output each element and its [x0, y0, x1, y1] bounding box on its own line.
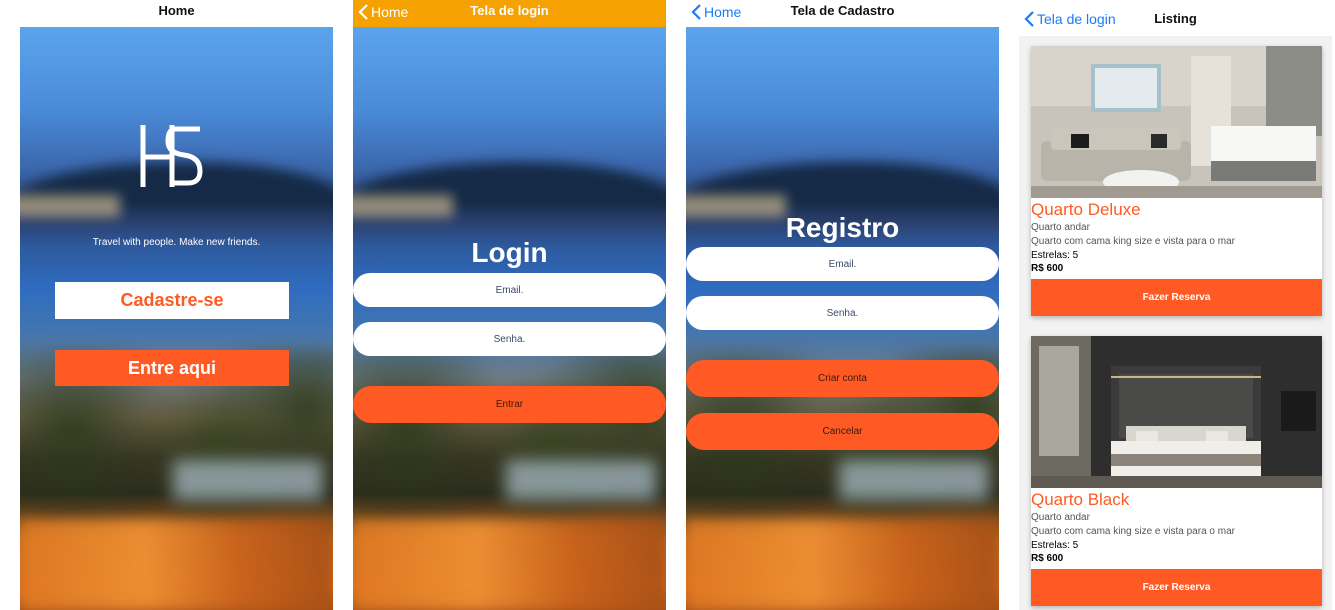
room-description: Quarto com cama king size e vista para o…: [1031, 236, 1235, 247]
login-screen: Home Tela de login Login Email. Senha. E…: [353, 0, 666, 610]
home-nav-title: Home: [158, 3, 195, 18]
register-screen: Home Tela de Cadastro Registro Email. Se…: [686, 0, 999, 610]
register-navbar: Home Tela de Cadastro: [686, 0, 999, 27]
register-email-field[interactable]: Email.: [686, 247, 999, 281]
register-background-image: Registro Email. Senha. Criar conta Cance…: [686, 27, 999, 610]
register-title: Registro: [785, 212, 900, 243]
login-submit-button[interactable]: Entrar: [353, 386, 666, 423]
room-title: Quarto Deluxe: [1031, 200, 1141, 219]
signup-button[interactable]: Cadastre-se: [55, 282, 289, 319]
room-floor: Quarto andar: [1031, 222, 1090, 233]
room-card: Quarto Deluxe Quarto andar Quarto com ca…: [1031, 46, 1322, 316]
login-nav-title: Tela de login: [470, 3, 549, 18]
create-account-button[interactable]: Criar conta: [686, 360, 999, 397]
home-screen: Home Travel with people. Make new friend…: [20, 0, 333, 610]
login-background-image: Login Email. Senha. Entrar: [353, 27, 666, 610]
chevron-left-icon: [1024, 11, 1034, 27]
enter-button[interactable]: Entre aqui: [55, 350, 289, 386]
listing-screen: Tela de login Listing Quarto Deluxe Quar…: [1019, 0, 1332, 610]
room-description: Quarto com cama king size e vista para o…: [1031, 526, 1235, 537]
login-title: Login: [471, 237, 548, 268]
home-navbar: Home: [20, 0, 333, 27]
room-floor: Quarto andar: [1031, 512, 1090, 523]
room-photo-black: [1031, 336, 1322, 488]
room-price: R$ 600: [1031, 553, 1064, 564]
cancel-button[interactable]: Cancelar: [686, 413, 999, 450]
room-stars: Estrelas: 5: [1031, 250, 1079, 261]
room-photo-deluxe: [1031, 46, 1322, 198]
room-card: Quarto Black Quarto andar Quarto com cam…: [1031, 336, 1322, 606]
home-tagline: Travel with people. Make new friends.: [92, 237, 261, 248]
register-nav-title: Tela de Cadastro: [790, 3, 895, 18]
login-password-field[interactable]: Senha.: [353, 322, 666, 356]
login-email-field[interactable]: Email.: [353, 273, 666, 307]
room-stars: Estrelas: 5: [1031, 540, 1079, 551]
room-title: Quarto Black: [1031, 490, 1130, 509]
room-price: R$ 600: [1031, 263, 1064, 274]
listing-nav-title: Listing: [1154, 11, 1197, 26]
register-password-field[interactable]: Senha.: [686, 296, 999, 330]
reserve-button[interactable]: Fazer Reserva: [1031, 279, 1322, 316]
hs-logo: [140, 125, 203, 187]
reserve-button[interactable]: Fazer Reserva: [1031, 569, 1322, 606]
listing-navbar: Tela de login Listing: [1019, 0, 1332, 36]
home-background-image: Travel with people. Make new friends. Ca…: [20, 27, 333, 610]
login-navbar: Home Tela de login: [353, 0, 666, 27]
